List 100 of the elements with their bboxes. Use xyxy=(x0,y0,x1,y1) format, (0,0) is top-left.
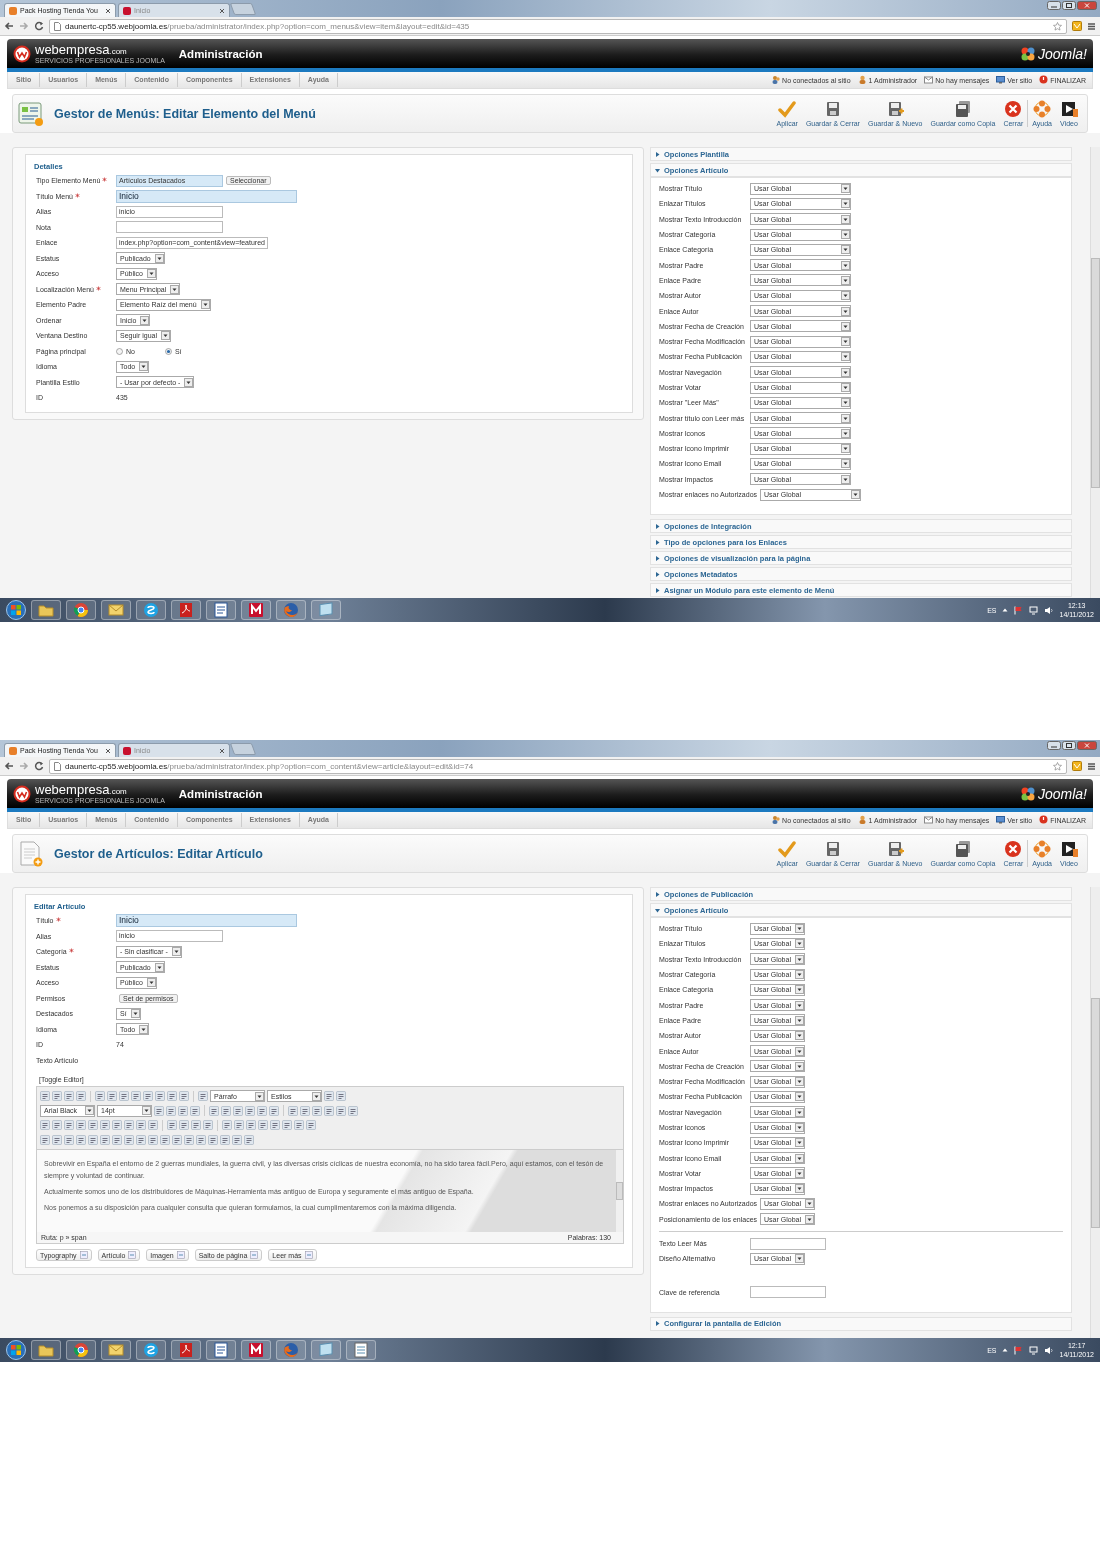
menu-icon[interactable] xyxy=(1087,761,1096,771)
close-icon[interactable] xyxy=(219,7,225,14)
format-icon[interactable] xyxy=(336,1105,346,1116)
format-icon[interactable] xyxy=(270,1120,280,1131)
format-icon[interactable] xyxy=(198,1091,208,1102)
format-icon[interactable] xyxy=(40,1120,50,1131)
dropdown-arrow-icon[interactable] xyxy=(841,337,850,347)
format-icon[interactable] xyxy=(136,1120,146,1131)
maximize-icon[interactable] xyxy=(1062,741,1076,750)
back-icon[interactable] xyxy=(4,761,14,771)
format-icon[interactable] xyxy=(209,1105,219,1116)
dropdown-arrow-icon[interactable] xyxy=(841,245,850,255)
format-icon[interactable] xyxy=(64,1134,74,1145)
format-icon[interactable] xyxy=(95,1091,105,1102)
format-icon[interactable] xyxy=(244,1134,254,1145)
bookmark-star-icon[interactable] xyxy=(1053,761,1062,771)
dropdown-arrow-icon[interactable] xyxy=(794,924,804,934)
format-icon[interactable] xyxy=(191,1120,201,1131)
format-icon[interactable] xyxy=(52,1134,62,1145)
dropdown-arrow-icon[interactable] xyxy=(142,1106,151,1116)
reload-icon[interactable] xyxy=(34,761,44,771)
text-field[interactable] xyxy=(750,1237,826,1250)
format-icon[interactable] xyxy=(178,1105,188,1116)
format-icon[interactable] xyxy=(100,1120,110,1131)
format-icon[interactable] xyxy=(124,1120,134,1131)
dropdown-arrow-icon[interactable] xyxy=(794,939,804,949)
forward-icon[interactable] xyxy=(19,761,29,771)
dropdown-arrow-icon[interactable] xyxy=(160,331,170,341)
dropdown-arrow-icon[interactable] xyxy=(841,291,850,301)
format-icon[interactable] xyxy=(196,1134,206,1145)
flag-icon[interactable] xyxy=(1014,1345,1024,1355)
format-icon[interactable] xyxy=(88,1134,98,1145)
dropdown-arrow-icon[interactable] xyxy=(146,269,156,279)
taskbar-button[interactable] xyxy=(171,600,201,620)
text-field[interactable] xyxy=(750,1286,826,1299)
dropdown-arrow-icon[interactable] xyxy=(794,1184,804,1194)
dropdown-arrow-icon[interactable] xyxy=(146,978,156,988)
taskbar-button[interactable] xyxy=(31,1340,61,1360)
format-icon[interactable] xyxy=(348,1105,358,1116)
format-icon[interactable] xyxy=(221,1105,231,1116)
format-icon[interactable] xyxy=(324,1091,334,1102)
chevron-up-icon[interactable] xyxy=(1002,1347,1009,1353)
dropdown-arrow-icon[interactable] xyxy=(794,1123,804,1132)
format-icon[interactable] xyxy=(324,1105,334,1116)
speaker-icon[interactable] xyxy=(1044,605,1054,615)
format-icon[interactable] xyxy=(179,1120,189,1131)
taskbar-button[interactable] xyxy=(31,600,61,620)
bookmark-star-icon[interactable] xyxy=(1053,21,1062,31)
format-icon[interactable] xyxy=(40,1091,50,1102)
format-icon[interactable] xyxy=(88,1120,98,1131)
text-field[interactable] xyxy=(116,221,223,234)
maximize-icon[interactable] xyxy=(1062,1,1076,10)
format-icon[interactable] xyxy=(167,1120,177,1131)
scrollbar[interactable] xyxy=(1090,887,1100,1338)
format-icon[interactable] xyxy=(40,1134,50,1145)
start-button[interactable] xyxy=(6,1340,26,1360)
minimize-icon[interactable] xyxy=(1047,741,1061,750)
taskbar-button[interactable] xyxy=(241,600,271,620)
dropdown-arrow-icon[interactable] xyxy=(851,490,861,500)
editor-area[interactable] xyxy=(37,1150,623,1232)
dropdown-arrow-icon[interactable] xyxy=(841,444,850,454)
format-icon[interactable] xyxy=(190,1105,200,1116)
dropdown-arrow-icon[interactable] xyxy=(841,383,850,392)
format-icon[interactable] xyxy=(179,1091,189,1102)
dropdown-arrow-icon[interactable] xyxy=(841,398,850,408)
format-icon[interactable] xyxy=(208,1134,218,1145)
extension-icon[interactable] xyxy=(1072,21,1082,31)
format-icon[interactable] xyxy=(282,1120,292,1131)
text-field[interactable]: Inicio xyxy=(116,914,297,928)
format-icon[interactable] xyxy=(233,1105,243,1116)
format-icon[interactable] xyxy=(294,1120,304,1131)
format-icon[interactable] xyxy=(107,1091,117,1102)
dropdown-arrow-icon[interactable] xyxy=(794,970,804,980)
close-icon[interactable] xyxy=(105,747,111,754)
format-icon[interactable] xyxy=(300,1105,310,1116)
dropdown-arrow-icon[interactable] xyxy=(794,985,804,995)
format-icon[interactable] xyxy=(143,1091,153,1102)
format-icon[interactable] xyxy=(234,1120,244,1131)
taskbar-button[interactable] xyxy=(206,1340,236,1360)
dropdown-arrow-icon[interactable] xyxy=(794,1254,804,1264)
format-icon[interactable] xyxy=(154,1105,164,1116)
taskbar-button[interactable] xyxy=(241,1340,271,1360)
menu-icon[interactable] xyxy=(1087,21,1096,31)
dropdown-arrow-icon[interactable] xyxy=(139,362,149,372)
format-icon[interactable] xyxy=(148,1120,158,1131)
format-icon[interactable] xyxy=(160,1134,170,1145)
format-icon[interactable] xyxy=(184,1134,194,1145)
taskbar-button[interactable] xyxy=(101,600,131,620)
taskbar-button[interactable] xyxy=(311,1340,341,1360)
dropdown-arrow-icon[interactable] xyxy=(841,352,850,362)
format-icon[interactable] xyxy=(64,1091,74,1102)
network-icon[interactable] xyxy=(1029,605,1039,615)
format-icon[interactable] xyxy=(257,1105,267,1116)
format-icon[interactable] xyxy=(112,1120,122,1131)
format-icon[interactable] xyxy=(172,1134,182,1145)
start-button[interactable] xyxy=(6,600,26,620)
format-icon[interactable] xyxy=(136,1134,146,1145)
dropdown-arrow-icon[interactable] xyxy=(841,184,850,194)
format-icon[interactable] xyxy=(155,1091,165,1102)
chevron-up-icon[interactable] xyxy=(1002,607,1009,613)
